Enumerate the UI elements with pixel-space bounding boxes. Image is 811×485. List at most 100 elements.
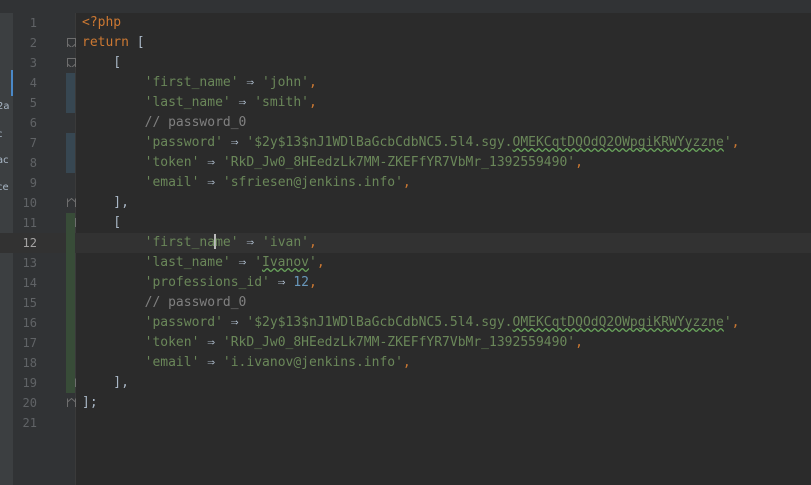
code-token: 'email': [144, 355, 200, 370]
code-text[interactable]: 'password' ⇒ '$2y$13$nJ1WDlBaGcbCdbNC5.5…: [82, 133, 740, 153]
code-line[interactable]: 16 'password' ⇒ '$2y$13$nJ1WDlBaGcbCdbNC…: [0, 313, 811, 333]
code-line[interactable]: 2 return [: [0, 33, 811, 53]
line-number: 19: [22, 376, 37, 390]
code-token: // password_0: [144, 295, 247, 310]
ide-window: 2a c ac ce 1<?php2return [3 [4 'first_na…: [0, 0, 811, 485]
fold-end-icon[interactable]: [67, 198, 76, 207]
code-token: ⇒: [199, 175, 223, 190]
code-text[interactable]: 'professions_id' ⇒ 12,: [82, 273, 317, 293]
code-token: 12: [293, 275, 309, 290]
code-token: ,: [402, 355, 411, 370]
code-token: '$2y$13$nJ1WDlBaGcbCdbNC5.5l4.sgy.: [246, 315, 513, 330]
code-text[interactable]: <?php: [82, 13, 121, 33]
code-token: ⇒: [230, 95, 255, 110]
code-line[interactable]: 5 'last_name' ⇒ 'smith',: [0, 93, 811, 113]
code-line[interactable]: 6 // password_0: [0, 113, 811, 133]
code-line[interactable]: 14 'professions_id' ⇒ 12,: [0, 273, 811, 293]
code-token: me': [215, 235, 239, 250]
code-token: ,: [309, 235, 317, 250]
code-line[interactable]: 21: [0, 413, 811, 433]
code-line[interactable]: 3 [: [0, 53, 811, 73]
code-token: [: [82, 215, 122, 230]
code-line[interactable]: 4 'first_name' ⇒ 'john',: [0, 73, 811, 93]
code-token: ,: [575, 155, 583, 170]
code-token: OMEKCqtDQOdQ2OWpgiKRWYyzzne: [512, 315, 724, 330]
code-line[interactable]: 18 'email' ⇒ 'i.ivanov@jenkins.info',: [0, 353, 811, 373]
code-token: ,: [731, 315, 740, 330]
fold-end-icon[interactable]: [67, 398, 76, 407]
line-number: 13: [22, 256, 37, 270]
code-token: ,: [309, 75, 317, 90]
code-token: ,: [575, 335, 583, 350]
code-token: 'token': [144, 335, 200, 350]
code-text[interactable]: 'email' ⇒ 'sfriesen@jenkins.info',: [82, 173, 411, 193]
fold-start-icon[interactable]: [67, 38, 76, 47]
code-token: ,: [316, 255, 325, 270]
code-line[interactable]: 15 // password_0: [0, 293, 811, 313]
code-text[interactable]: 'token' ⇒ 'RkD_Jw0_8HEedzLk7MM-ZKEFfYR7V…: [82, 153, 583, 173]
line-number: 12: [22, 236, 37, 250]
line-number: 18: [22, 356, 37, 370]
code-token: ⇒: [238, 75, 263, 90]
code-text[interactable]: 'last_name' ⇒ 'smith',: [82, 93, 317, 113]
code-text[interactable]: 'last_name' ⇒ 'Ivanov',: [82, 253, 325, 273]
code-line[interactable]: 20];: [0, 393, 811, 413]
code-token: 'professions_id': [144, 275, 270, 290]
code-text[interactable]: 'email' ⇒ 'i.ivanov@jenkins.info',: [82, 353, 411, 373]
code-token: 'i.ivanov@jenkins.info': [222, 355, 403, 370]
vcs-change-marker[interactable]: [66, 73, 75, 113]
line-number: 14: [22, 276, 37, 290]
code-text[interactable]: ],: [82, 373, 129, 393]
code-token: ,: [309, 95, 317, 110]
code-line[interactable]: 7 'password' ⇒ '$2y$13$nJ1WDlBaGcbCdbNC5…: [0, 133, 811, 153]
code-token: 'last_name': [144, 95, 231, 110]
vcs-change-marker[interactable]: [66, 133, 75, 173]
code-line[interactable]: 12 'first_name' ⇒ 'ivan',: [0, 233, 811, 253]
line-number: 20: [22, 396, 37, 410]
code-line[interactable]: 11 [: [0, 213, 811, 233]
code-line[interactable]: 19 ],: [0, 373, 811, 393]
vcs-change-marker[interactable]: [66, 213, 75, 393]
code-line[interactable]: 17 'token' ⇒ 'RkD_Jw0_8HEedzLk7MM-ZKEFfY…: [0, 333, 811, 353]
code-text[interactable]: [: [82, 213, 121, 233]
code-token: ],: [82, 195, 129, 210]
code-token: ': [723, 315, 732, 330]
code-token: return: [82, 35, 129, 50]
code-token: Ivanov: [262, 255, 309, 270]
code-line[interactable]: 10 ],: [0, 193, 811, 213]
code-text[interactable]: return [: [82, 33, 145, 53]
code-token: ⇒: [222, 315, 247, 330]
code-text[interactable]: // password_0: [82, 113, 247, 133]
code-text[interactable]: ],: [82, 193, 129, 213]
code-token: ,: [309, 275, 317, 290]
code-text[interactable]: ];: [82, 393, 98, 413]
code-token: 'RkD_Jw0_8HEedzLk7MM-ZKEFfYR7VbMr_139255…: [222, 335, 576, 350]
code-line[interactable]: 1 <?php: [0, 13, 811, 33]
code-text[interactable]: 'first_name' ⇒ 'john',: [82, 73, 317, 93]
code-token: 'john': [262, 75, 309, 90]
code-token: '$2y$13$nJ1WDlBaGcbCdbNC5.5l4.sgy.: [246, 135, 513, 150]
code-token: ⇒: [199, 355, 223, 370]
code-token: [: [82, 55, 122, 70]
code-text[interactable]: 'password' ⇒ '$2y$13$nJ1WDlBaGcbCdbNC5.5…: [82, 313, 740, 333]
code-token: ⇒: [238, 235, 263, 250]
fold-start-icon[interactable]: [67, 58, 76, 67]
code-line[interactable]: 8 'token' ⇒ 'RkD_Jw0_8HEedzLk7MM-ZKEFfYR…: [0, 153, 811, 173]
code-text[interactable]: // password_0: [82, 293, 247, 313]
code-token: ⇒: [269, 275, 294, 290]
code-line[interactable]: 13 'last_name' ⇒ 'Ivanov',: [0, 253, 811, 273]
code-text[interactable]: [: [82, 53, 121, 73]
line-number: 10: [22, 196, 37, 210]
code-text[interactable]: 'first_name' ⇒ 'ivan',: [82, 233, 317, 253]
code-text[interactable]: 'token' ⇒ 'RkD_Jw0_8HEedzLk7MM-ZKEFfYR7V…: [82, 333, 583, 353]
code-line[interactable]: 9 'email' ⇒ 'sfriesen@jenkins.info',: [0, 173, 811, 193]
